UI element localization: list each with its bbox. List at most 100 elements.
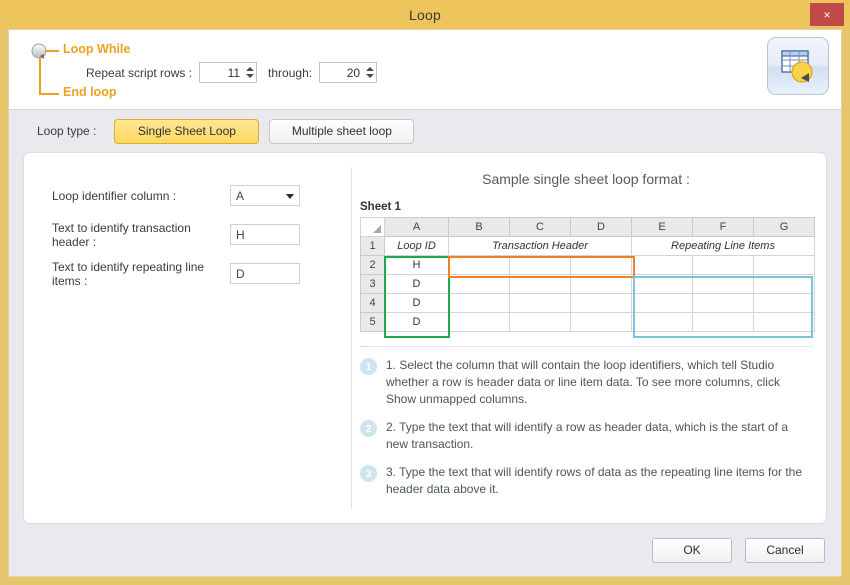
repeat-from-spinner-arrows[interactable] — [244, 63, 256, 82]
line-item-cell-g5 — [754, 313, 815, 332]
column-header-g: G — [754, 218, 815, 237]
table-row: 2 H — [361, 256, 815, 275]
form-row-transaction-header-text: Text to identify transaction header : H — [52, 220, 336, 249]
repeating-line-items-text-label: Text to identify repeating line items : — [52, 260, 230, 288]
end-loop-label: End loop — [63, 85, 116, 99]
select-all-triangle-icon — [373, 225, 381, 233]
transaction-header-text-input[interactable]: H — [230, 224, 300, 245]
column-header-f: F — [693, 218, 754, 237]
loop-config-form: Loop identifier column : A Text to ident… — [24, 153, 336, 523]
line-item-cell-f3 — [693, 275, 754, 294]
loop-identifier-column-label: Loop identifier column : — [52, 189, 230, 203]
column-header-b: B — [449, 218, 510, 237]
row-header-2: 2 — [361, 256, 385, 275]
sample-format-title: Sample single sheet loop format : — [360, 171, 812, 187]
chevron-up-icon[interactable] — [246, 67, 254, 71]
tab-single-sheet-loop[interactable]: Single Sheet Loop — [114, 119, 259, 144]
table-row: 5 D — [361, 313, 815, 332]
step-text: 1. Select the column that will contain t… — [386, 357, 804, 408]
tree-connector-top — [45, 50, 59, 52]
line-item-cell-g3 — [754, 275, 815, 294]
tab-multiple-sheet-loop[interactable]: Multiple sheet loop — [269, 119, 414, 144]
transaction-header-text-value: H — [236, 228, 245, 242]
section-separator — [360, 346, 812, 347]
empty-cell-d5 — [571, 313, 632, 332]
row-header-3: 3 — [361, 275, 385, 294]
line-item-cell-e5 — [632, 313, 693, 332]
header-cell-c2 — [510, 256, 571, 275]
repeat-from-value: 11 — [200, 66, 244, 80]
sheet-name-label: Sheet 1 — [360, 201, 812, 213]
identifier-cell-h: H — [385, 256, 449, 275]
row-header-5: 5 — [361, 313, 385, 332]
empty-cell-c3 — [510, 275, 571, 294]
header-cell-b2 — [449, 256, 510, 275]
table-row: 4 D — [361, 294, 815, 313]
spreadsheet-loop-icon — [767, 37, 829, 95]
empty-cell-f2 — [693, 256, 754, 275]
list-item: 1 1. Select the column that will contain… — [360, 357, 804, 408]
tree-connector-bottom — [40, 93, 59, 95]
chevron-down-icon[interactable] — [286, 194, 294, 199]
line-item-cell-e4 — [632, 294, 693, 313]
tree-connector-vertical — [39, 57, 41, 95]
line-item-cell-g4 — [754, 294, 815, 313]
ok-button[interactable]: OK — [652, 538, 732, 563]
window-title: Loop — [409, 7, 441, 23]
row-header-4: 4 — [361, 294, 385, 313]
list-item: 3 3. Type the text that will identify ro… — [360, 464, 804, 498]
form-row-loop-identifier-column: Loop identifier column : A — [52, 181, 336, 210]
sample-sheet: A B C D E F G 1 Loop ID Transaction Head… — [360, 217, 812, 332]
sheet-corner-cell — [361, 218, 385, 237]
line-item-cell-f4 — [693, 294, 754, 313]
form-row-repeating-line-items-text: Text to identify repeating line items : … — [52, 259, 336, 288]
step-text: 3. Type the text that will identify rows… — [386, 464, 804, 498]
loop-identifier-column-value: A — [236, 189, 244, 203]
repeat-script-rows-label: Repeat script rows : — [86, 66, 192, 80]
chevron-down-icon[interactable] — [246, 74, 254, 78]
empty-cell-c4 — [510, 294, 571, 313]
row-header-1: 1 — [361, 237, 385, 256]
through-label: through: — [268, 66, 312, 80]
chevron-up-icon[interactable] — [366, 67, 374, 71]
cancel-button[interactable]: Cancel — [745, 538, 825, 563]
identifier-cell-d3: D — [385, 275, 449, 294]
transaction-header-text-label: Text to identify transaction header : — [52, 221, 230, 249]
repeat-rows-row: Repeat script rows : 11 through: 20 — [86, 62, 377, 83]
band-label-transaction-header: Transaction Header — [449, 237, 632, 256]
list-item: 2 2. Type the text that will identify a … — [360, 419, 804, 453]
step-number-badge: 3 — [360, 465, 377, 482]
repeat-from-spinner[interactable]: 11 — [199, 62, 257, 83]
step-text: 2. Type the text that will identify a ro… — [386, 419, 804, 453]
loop-dialog-window: Loop × — [0, 0, 850, 585]
column-header-e: E — [632, 218, 693, 237]
empty-cell-g2 — [754, 256, 815, 275]
loop-type-label: Loop type : — [37, 124, 96, 138]
column-header-c: C — [510, 218, 571, 237]
repeat-to-spinner-arrows[interactable] — [364, 63, 376, 82]
identifier-cell-d4: D — [385, 294, 449, 313]
loop-identifier-column-select[interactable]: A — [230, 185, 300, 206]
close-button[interactable]: × — [810, 3, 844, 26]
dialog-footer: OK Cancel — [9, 524, 841, 576]
repeating-line-items-text-input[interactable]: D — [230, 263, 300, 284]
empty-cell-b4 — [449, 294, 510, 313]
instructions-list: 1 1. Select the column that will contain… — [360, 357, 812, 498]
band-label-repeating-line-items: Repeating Line Items — [632, 237, 815, 256]
empty-cell-b5 — [449, 313, 510, 332]
repeat-to-spinner[interactable]: 20 — [319, 62, 377, 83]
dialog-body: Loop While End loop Repeat script rows :… — [8, 29, 842, 577]
repeating-line-items-text-value: D — [236, 267, 245, 281]
chevron-down-icon[interactable] — [366, 74, 374, 78]
sample-sheet-table: A B C D E F G 1 Loop ID Transaction Head… — [360, 217, 815, 332]
header-cell-d2 — [571, 256, 632, 275]
title-bar: Loop × — [0, 0, 850, 29]
loop-type-row: Loop type : Single Sheet Loop Multiple s… — [9, 110, 841, 152]
close-icon: × — [823, 8, 830, 22]
band-label-loop-id: Loop ID — [385, 237, 449, 256]
panel-divider — [351, 167, 352, 509]
loop-settings-panel: Loop identifier column : A Text to ident… — [23, 152, 827, 524]
sample-format-panel: Sample single sheet loop format : Sheet … — [336, 153, 827, 523]
line-item-cell-e3 — [632, 275, 693, 294]
step-number-badge: 2 — [360, 420, 377, 437]
